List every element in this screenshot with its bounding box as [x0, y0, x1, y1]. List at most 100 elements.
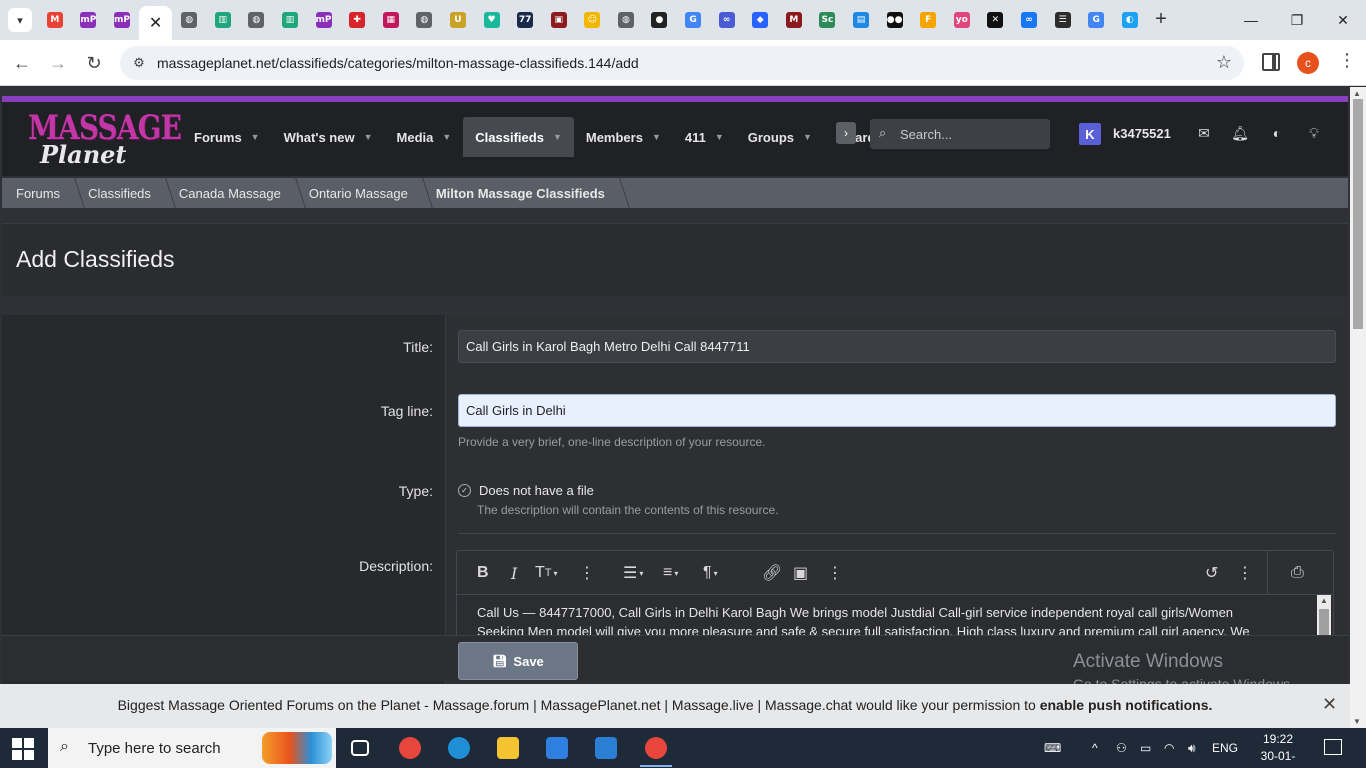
tab-search-button[interactable]: ▾ [8, 8, 32, 32]
breadcrumb-item[interactable]: Canada Massage [165, 178, 295, 208]
browser-tab[interactable]: ✚ [340, 6, 374, 34]
back-button[interactable]: ← [9, 50, 35, 76]
browser-tab[interactable]: ▤ [844, 6, 878, 34]
browser-tab[interactable]: ∞ [710, 6, 744, 34]
reload-button[interactable]: ↻ [81, 50, 107, 76]
browser-tab[interactable]: ◆ [743, 6, 777, 34]
inbox-icon[interactable]: ✉ [1195, 124, 1213, 142]
chevron-down-icon[interactable]: ▼ [803, 132, 812, 142]
browser-tab[interactable]: Sc [811, 6, 845, 34]
browser-tab[interactable]: ✕ [979, 6, 1013, 34]
alerts-bell-icon[interactable]: 🔔︎ [1231, 124, 1249, 142]
save-button[interactable]: 💾︎ Save [458, 642, 578, 680]
browser-tab[interactable]: M [38, 6, 72, 34]
wifi-icon[interactable]: ◠ [1164, 728, 1174, 768]
more-actions-icon[interactable]: ⋮ [1237, 562, 1253, 584]
volume-icon[interactable]: 🔊︎ [1188, 728, 1196, 768]
browser-tab[interactable]: ◍ [408, 6, 442, 34]
text-size-icon[interactable]: T T ▾ [535, 562, 558, 584]
browser-tab[interactable]: G [1079, 6, 1113, 34]
browser-tab[interactable]: G [676, 6, 710, 34]
taskbar-search-box[interactable]: ⌕ Type here to search [48, 728, 336, 768]
profile-avatar[interactable]: c [1297, 52, 1319, 74]
chevron-down-icon[interactable]: ▼ [553, 132, 562, 142]
breadcrumb-item[interactable]: Classifieds [74, 178, 165, 208]
browser-tab[interactable]: ◍ [240, 6, 274, 34]
browser-tab[interactable]: mP [105, 6, 139, 34]
chevron-down-icon[interactable]: ▼ [251, 132, 260, 142]
windows-start-icon[interactable] [12, 738, 34, 760]
title-input[interactable]: Call Girls in Karol Bagh Metro Delhi Cal… [458, 330, 1336, 363]
browser-tab[interactable]: mP [72, 6, 106, 34]
browser-tab[interactable]: ☰ [1046, 6, 1080, 34]
store-icon[interactable] [537, 732, 577, 764]
browser-tab[interactable]: M [777, 6, 811, 34]
language-indicator[interactable]: ENG [1212, 728, 1238, 768]
browser-tab[interactable]: ∞ [1012, 6, 1046, 34]
browser-tab[interactable]: ◍ [172, 6, 206, 34]
breadcrumb-item[interactable]: Forums [2, 178, 74, 208]
preview-icon[interactable]: ⎙ [1291, 562, 1304, 584]
chrome-icon[interactable] [390, 732, 430, 764]
align-icon[interactable]: ≡ ▾ [663, 562, 678, 584]
minimize-button[interactable]: — [1228, 6, 1274, 34]
browser-tab[interactable]: ◐ [1113, 6, 1147, 34]
browser-tab[interactable]: ▣ [542, 6, 576, 34]
browser-tab[interactable]: ◍ [609, 6, 643, 34]
bookmark-star-icon[interactable]: ☆ [1216, 52, 1232, 73]
nav-tab-411[interactable]: 411 ▼ [673, 117, 736, 157]
lightbulb-icon[interactable]: 💡︎ [1305, 124, 1323, 142]
forward-button[interactable]: → [45, 50, 71, 76]
site-info-icon[interactable]: ⚙ [130, 54, 148, 72]
type-option-no-file[interactable]: ✓ Does not have a file [458, 483, 594, 498]
browser-tab[interactable]: F [911, 6, 945, 34]
more-options-icon[interactable]: ⋮ [579, 562, 595, 584]
username-link[interactable]: k3475521 [1113, 126, 1171, 141]
system-clock[interactable]: 19:22 30-01-2024 [1250, 731, 1306, 768]
list-icon[interactable]: ☰ ▾ [623, 562, 643, 584]
keyboard-icon[interactable]: ⌨ [1044, 728, 1061, 768]
chrome-active-icon[interactable] [636, 732, 676, 767]
url-text[interactable]: massageplanet.net/classifieds/categories… [157, 55, 639, 71]
edge-icon[interactable] [439, 732, 479, 764]
browser-tab[interactable]: ▥ [206, 6, 240, 34]
chevron-down-icon[interactable]: ▼ [364, 132, 373, 142]
browser-tab[interactable]: yo [945, 6, 979, 34]
chevron-down-icon[interactable]: ▼ [442, 132, 451, 142]
close-window-button[interactable]: ✕ [1320, 6, 1366, 34]
paragraph-icon[interactable]: ¶ ▾ [703, 562, 718, 584]
image-icon[interactable]: ▣ [793, 562, 808, 584]
breadcrumb-item[interactable]: Milton Massage Classifieds [422, 178, 619, 208]
people-icon[interactable]: ⚇ [1116, 728, 1127, 768]
browser-tab[interactable]: ▦ [374, 6, 408, 34]
enable-push-link[interactable]: enable push notifications. [1040, 697, 1213, 713]
page-scroll-thumb[interactable] [1353, 99, 1363, 329]
restore-button[interactable]: ❐ [1274, 6, 1320, 34]
notification-center-icon[interactable] [1324, 739, 1342, 755]
browser-tab[interactable]: mP [307, 6, 341, 34]
browser-tab[interactable]: 77 [508, 6, 542, 34]
nav-scroll-right-button[interactable]: › [836, 122, 856, 144]
editor-scroll-thumb[interactable] [1319, 609, 1329, 635]
task-view-icon[interactable] [340, 732, 380, 764]
undo-icon[interactable]: ↺ [1205, 562, 1218, 584]
link-icon[interactable]: 🔗︎ [762, 562, 782, 584]
browser-tab[interactable]: ♥ [475, 6, 509, 34]
scroll-up-icon[interactable]: ▲ [1353, 89, 1361, 98]
breadcrumb-item[interactable]: Ontario Massage [295, 178, 422, 208]
show-hidden-icons[interactable]: ^ [1092, 728, 1098, 768]
nav-tab-what-s-new[interactable]: What's new ▼ [272, 117, 385, 157]
tagline-input[interactable]: Call Girls in Delhi [458, 394, 1336, 427]
italic-icon[interactable]: I [511, 562, 517, 584]
chevron-down-icon[interactable]: ▼ [715, 132, 724, 142]
nav-tab-media[interactable]: Media ▼ [385, 117, 464, 157]
site-logo[interactable]: MASSAGE Planet [28, 108, 182, 170]
chevron-down-icon[interactable]: ▼ [652, 132, 661, 142]
battery-icon[interactable]: ▭ [1140, 728, 1151, 768]
browser-tab[interactable]: U [441, 6, 475, 34]
site-search-input[interactable]: ⌕ Search... [870, 119, 1050, 149]
browser-tab[interactable]: ● [643, 6, 677, 34]
file-explorer-icon[interactable] [488, 732, 528, 764]
nav-tab-forums[interactable]: Forums ▼ [182, 117, 272, 157]
nav-tab-members[interactable]: Members ▼ [574, 117, 673, 157]
